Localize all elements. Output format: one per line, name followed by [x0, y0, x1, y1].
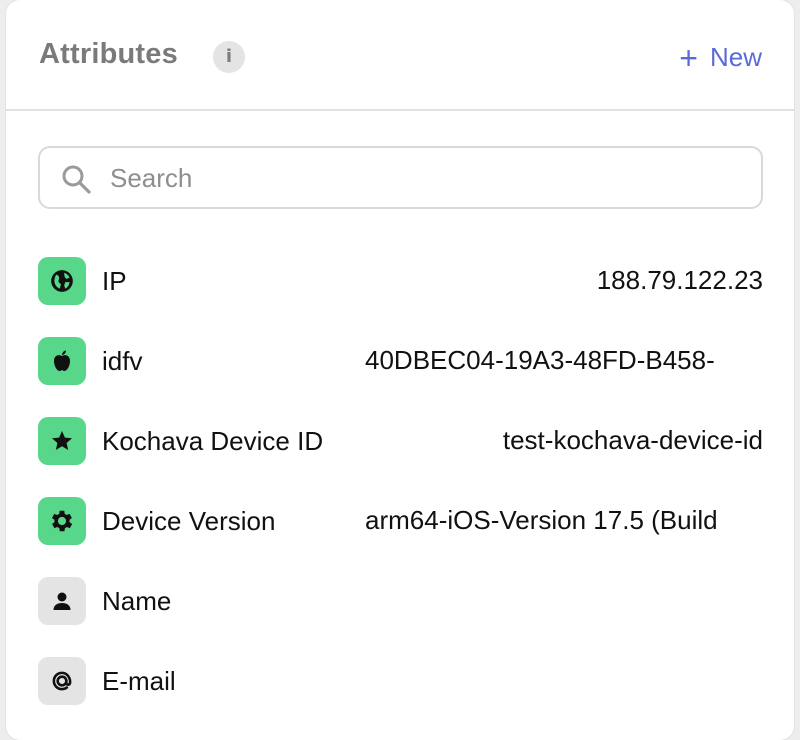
gear-icon [51, 510, 73, 532]
panel-title: Attributes [39, 38, 178, 70]
attribute-badge [38, 657, 86, 705]
attribute-badge [38, 497, 86, 545]
attribute-row-device-version[interactable]: Device Version arm64-iOS-Version 17.5 (B… [38, 497, 763, 545]
star-icon [52, 431, 72, 450]
attribute-label: Kochava Device ID [102, 425, 324, 456]
attribute-value: arm64-iOS-Version 17.5 (Build [365, 505, 718, 535]
attribute-row-kochava-device-id[interactable]: Kochava Device ID test-kochava-device-id [38, 417, 763, 465]
attribute-badge [38, 577, 86, 625]
person-icon [53, 592, 71, 610]
search-box[interactable] [38, 146, 763, 209]
panel-header: Attributes i + New [6, 0, 794, 111]
attribute-row-email[interactable]: E-mail [38, 657, 763, 705]
attribute-badge [38, 337, 86, 385]
apple-icon [54, 350, 70, 371]
attribute-row-ip[interactable]: IP 188.79.122.23 [38, 257, 763, 305]
search-icon [62, 165, 91, 194]
attribute-label: idfv [102, 345, 143, 376]
attribute-label: Name [102, 585, 172, 616]
info-icon[interactable]: i [213, 41, 245, 73]
attribute-label: Device Version [102, 505, 276, 536]
attribute-label: IP [102, 265, 127, 296]
attribute-label: E-mail [102, 665, 176, 696]
attribute-row-idfv[interactable]: idfv 40DBEC04-19A3-48FD-B458- [38, 337, 763, 385]
globe-icon [51, 270, 73, 292]
attribute-value: test-kochava-device-id [502, 425, 763, 455]
attributes-panel: Attributes i + New IP 188.79.122.23 [6, 0, 794, 740]
attribute-value: 188.79.122.23 [596, 265, 763, 295]
at-sign-icon [52, 671, 72, 691]
attribute-badge [38, 257, 86, 305]
attribute-row-name[interactable]: Name [38, 577, 763, 625]
plus-icon: + [679, 39, 698, 76]
attribute-badge [38, 417, 86, 465]
new-attribute-button[interactable]: + New [679, 39, 762, 76]
new-button-label: New [709, 42, 762, 72]
attribute-value: 40DBEC04-19A3-48FD-B458- [365, 345, 715, 375]
search-input[interactable] [110, 158, 740, 198]
